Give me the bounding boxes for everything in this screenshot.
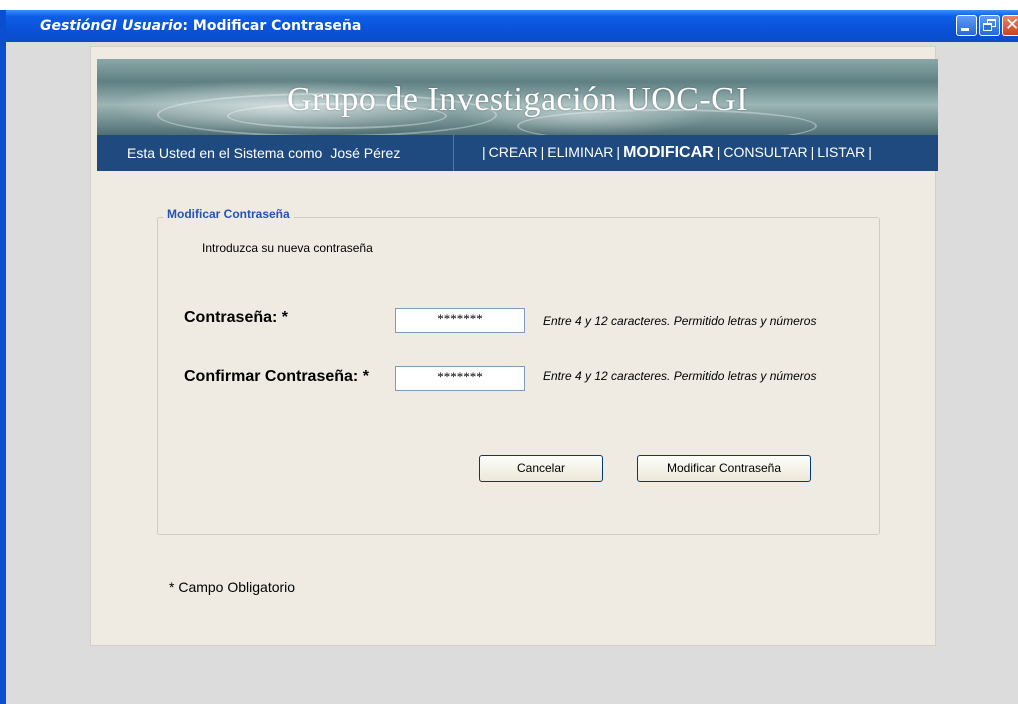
window-app-name: GestiónGI Usuario (40, 18, 183, 34)
menu-item-listar[interactable]: LISTAR (817, 144, 865, 160)
form-instructions: Introduzca su nueva contraseña (202, 241, 373, 255)
close-button[interactable]: ✕ (1002, 15, 1018, 36)
title-bar[interactable]: GestiónGI Usuario: Modificar Contraseña … (6, 10, 1018, 42)
banner-title: Grupo de Investigación UOC-GI (286, 81, 749, 118)
window-title-separator: : (182, 18, 189, 34)
main-menu: | CREAR | ELIMINAR | MODIFICAR | CONSULTAR | LIST… (482, 144, 872, 161)
menu-item-crear[interactable]: CREAR (489, 144, 538, 160)
menu-item-modificar[interactable]: MODIFICAR (623, 144, 714, 161)
mandatory-field-note: * Campo Obligatorio (169, 579, 296, 595)
cancel-button[interactable]: Cancelar (479, 455, 603, 482)
restore-icon-front (983, 23, 992, 31)
window-title-text: Modificar Contraseña (192, 18, 362, 34)
page-content: Grupo de Investigación UOC-GI Esta Usted… (90, 46, 938, 646)
menu-item-consultar[interactable]: CONSULTAR (723, 144, 807, 160)
form-legend: Modificar Contraseña (163, 207, 294, 221)
confirm-password-label: Confirmar Contraseña: * (184, 368, 369, 385)
session-prefix: Esta Usted en el Sistema como (127, 145, 323, 161)
close-icon: ✕ (1005, 15, 1018, 35)
minimize-button[interactable] (956, 15, 977, 36)
confirm-password-field[interactable]: ******* (395, 366, 525, 391)
menu-item-eliminar[interactable]: ELIMINAR (547, 144, 613, 160)
password-field[interactable]: ******* (395, 308, 525, 333)
navigation-bar: Esta Usted en el Sistema como José Pérez … (97, 135, 938, 171)
nav-divider (453, 135, 454, 171)
modify-password-button[interactable]: Modificar Contraseña (637, 455, 811, 482)
user-name: José Pérez (330, 145, 401, 161)
confirm-password-hint: Entre 4 y 12 caracteres. Permitido letra… (543, 369, 817, 383)
header-banner: Grupo de Investigación UOC-GI (97, 59, 938, 135)
minimize-icon (961, 28, 969, 31)
session-info: Esta Usted en el Sistema como José Pérez (127, 145, 400, 161)
password-hint: Entre 4 y 12 caracteres. Permitido letra… (543, 314, 817, 328)
application-window: GestiónGI Usuario: Modificar Contraseña … (0, 10, 1018, 704)
window-title: GestiónGI Usuario: Modificar Contraseña (40, 18, 361, 34)
restore-button[interactable] (979, 15, 1000, 36)
password-label: Contraseña: * (184, 309, 289, 326)
